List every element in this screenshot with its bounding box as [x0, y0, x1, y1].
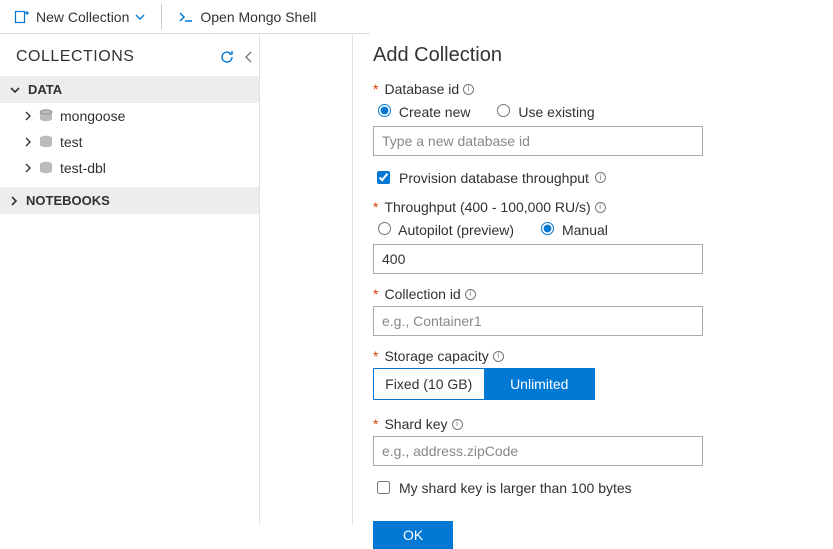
sidebar-group-data-label: DATA [28, 82, 62, 97]
throughput-label: Throughput (400 - 100,000 RU/s) [384, 199, 590, 215]
collapse-icon[interactable] [243, 50, 255, 64]
throughput-manual-radio[interactable]: Manual [536, 219, 608, 238]
storage-unlimited-button[interactable]: Unlimited [484, 368, 596, 400]
database-icon [38, 109, 54, 123]
new-collection-button[interactable]: New Collection [10, 7, 149, 27]
open-shell-label: Open Mongo Shell [200, 9, 316, 25]
open-shell-button[interactable]: Open Mongo Shell [174, 7, 320, 27]
chevron-right-icon [24, 163, 32, 173]
required-indicator: * [373, 199, 378, 215]
provision-throughput-label: Provision database throughput [399, 170, 589, 186]
provision-throughput-checkbox[interactable] [377, 171, 390, 184]
sidebar: COLLECTIONS DATA [0, 34, 260, 525]
large-shard-checkbox[interactable] [377, 481, 390, 494]
required-indicator: * [373, 416, 378, 432]
chevron-right-icon [24, 137, 32, 147]
collection-id-input[interactable] [373, 306, 703, 336]
storage-label: Storage capacity [384, 348, 488, 364]
shell-icon [178, 9, 194, 25]
add-collection-panel: Add Collection * Database id i Create ne… [353, 34, 833, 525]
storage-fixed-button[interactable]: Fixed (10 GB) [373, 368, 484, 400]
throughput-autopilot-radio[interactable]: Autopilot (preview) [373, 219, 514, 238]
sidebar-item-label: test-dbl [60, 160, 106, 176]
info-icon[interactable]: i [465, 289, 476, 300]
info-icon[interactable]: i [493, 351, 504, 362]
db-mode-existing-label: Use existing [518, 104, 594, 120]
db-mode-create-radio[interactable]: Create new [373, 101, 470, 120]
large-shard-label: My shard key is larger than 100 bytes [399, 480, 632, 496]
sidebar-group-data[interactable]: DATA [0, 76, 259, 103]
chevron-right-icon [10, 196, 18, 206]
required-indicator: * [373, 348, 378, 364]
sidebar-item-test-dbl[interactable]: test-dbl [0, 155, 259, 181]
info-icon[interactable]: i [595, 172, 606, 183]
db-mode-create-label: Create new [399, 104, 471, 120]
shard-key-label: Shard key [384, 416, 447, 432]
sidebar-item-test[interactable]: test [0, 129, 259, 155]
sidebar-item-mongoose[interactable]: mongoose [0, 103, 259, 129]
top-toolbar: New Collection Open Mongo Shell [0, 0, 370, 34]
required-indicator: * [373, 286, 378, 302]
required-indicator: * [373, 81, 378, 97]
collection-id-label: Collection id [384, 286, 460, 302]
database-id-label: Database id [384, 81, 459, 97]
database-icon [38, 161, 54, 175]
sidebar-item-label: mongoose [60, 108, 125, 124]
info-icon[interactable]: i [452, 419, 463, 430]
chevron-down-icon [10, 85, 20, 95]
panel-title: Add Collection [373, 44, 817, 67]
chevron-down-icon [135, 12, 145, 22]
sidebar-title: COLLECTIONS [16, 48, 134, 66]
new-collection-label: New Collection [36, 9, 129, 25]
database-icon [38, 135, 54, 149]
shard-key-input[interactable] [373, 436, 703, 466]
info-icon[interactable]: i [463, 84, 474, 95]
sidebar-group-notebooks[interactable]: NOTEBOOKS [0, 187, 259, 214]
db-mode-existing-radio[interactable]: Use existing [492, 101, 594, 120]
throughput-input[interactable] [373, 244, 703, 274]
info-icon[interactable]: i [595, 202, 606, 213]
throughput-manual-label: Manual [562, 222, 608, 238]
sidebar-item-label: test [60, 134, 83, 150]
throughput-autopilot-label: Autopilot (preview) [398, 222, 514, 238]
editor-pane [260, 34, 353, 525]
ok-button[interactable]: OK [373, 521, 453, 549]
toolbar-separator [161, 4, 162, 30]
chevron-right-icon [24, 111, 32, 121]
new-collection-icon [14, 9, 30, 25]
sidebar-group-notebooks-label: NOTEBOOKS [26, 193, 110, 208]
database-id-input[interactable] [373, 126, 703, 156]
refresh-icon[interactable] [219, 49, 235, 65]
